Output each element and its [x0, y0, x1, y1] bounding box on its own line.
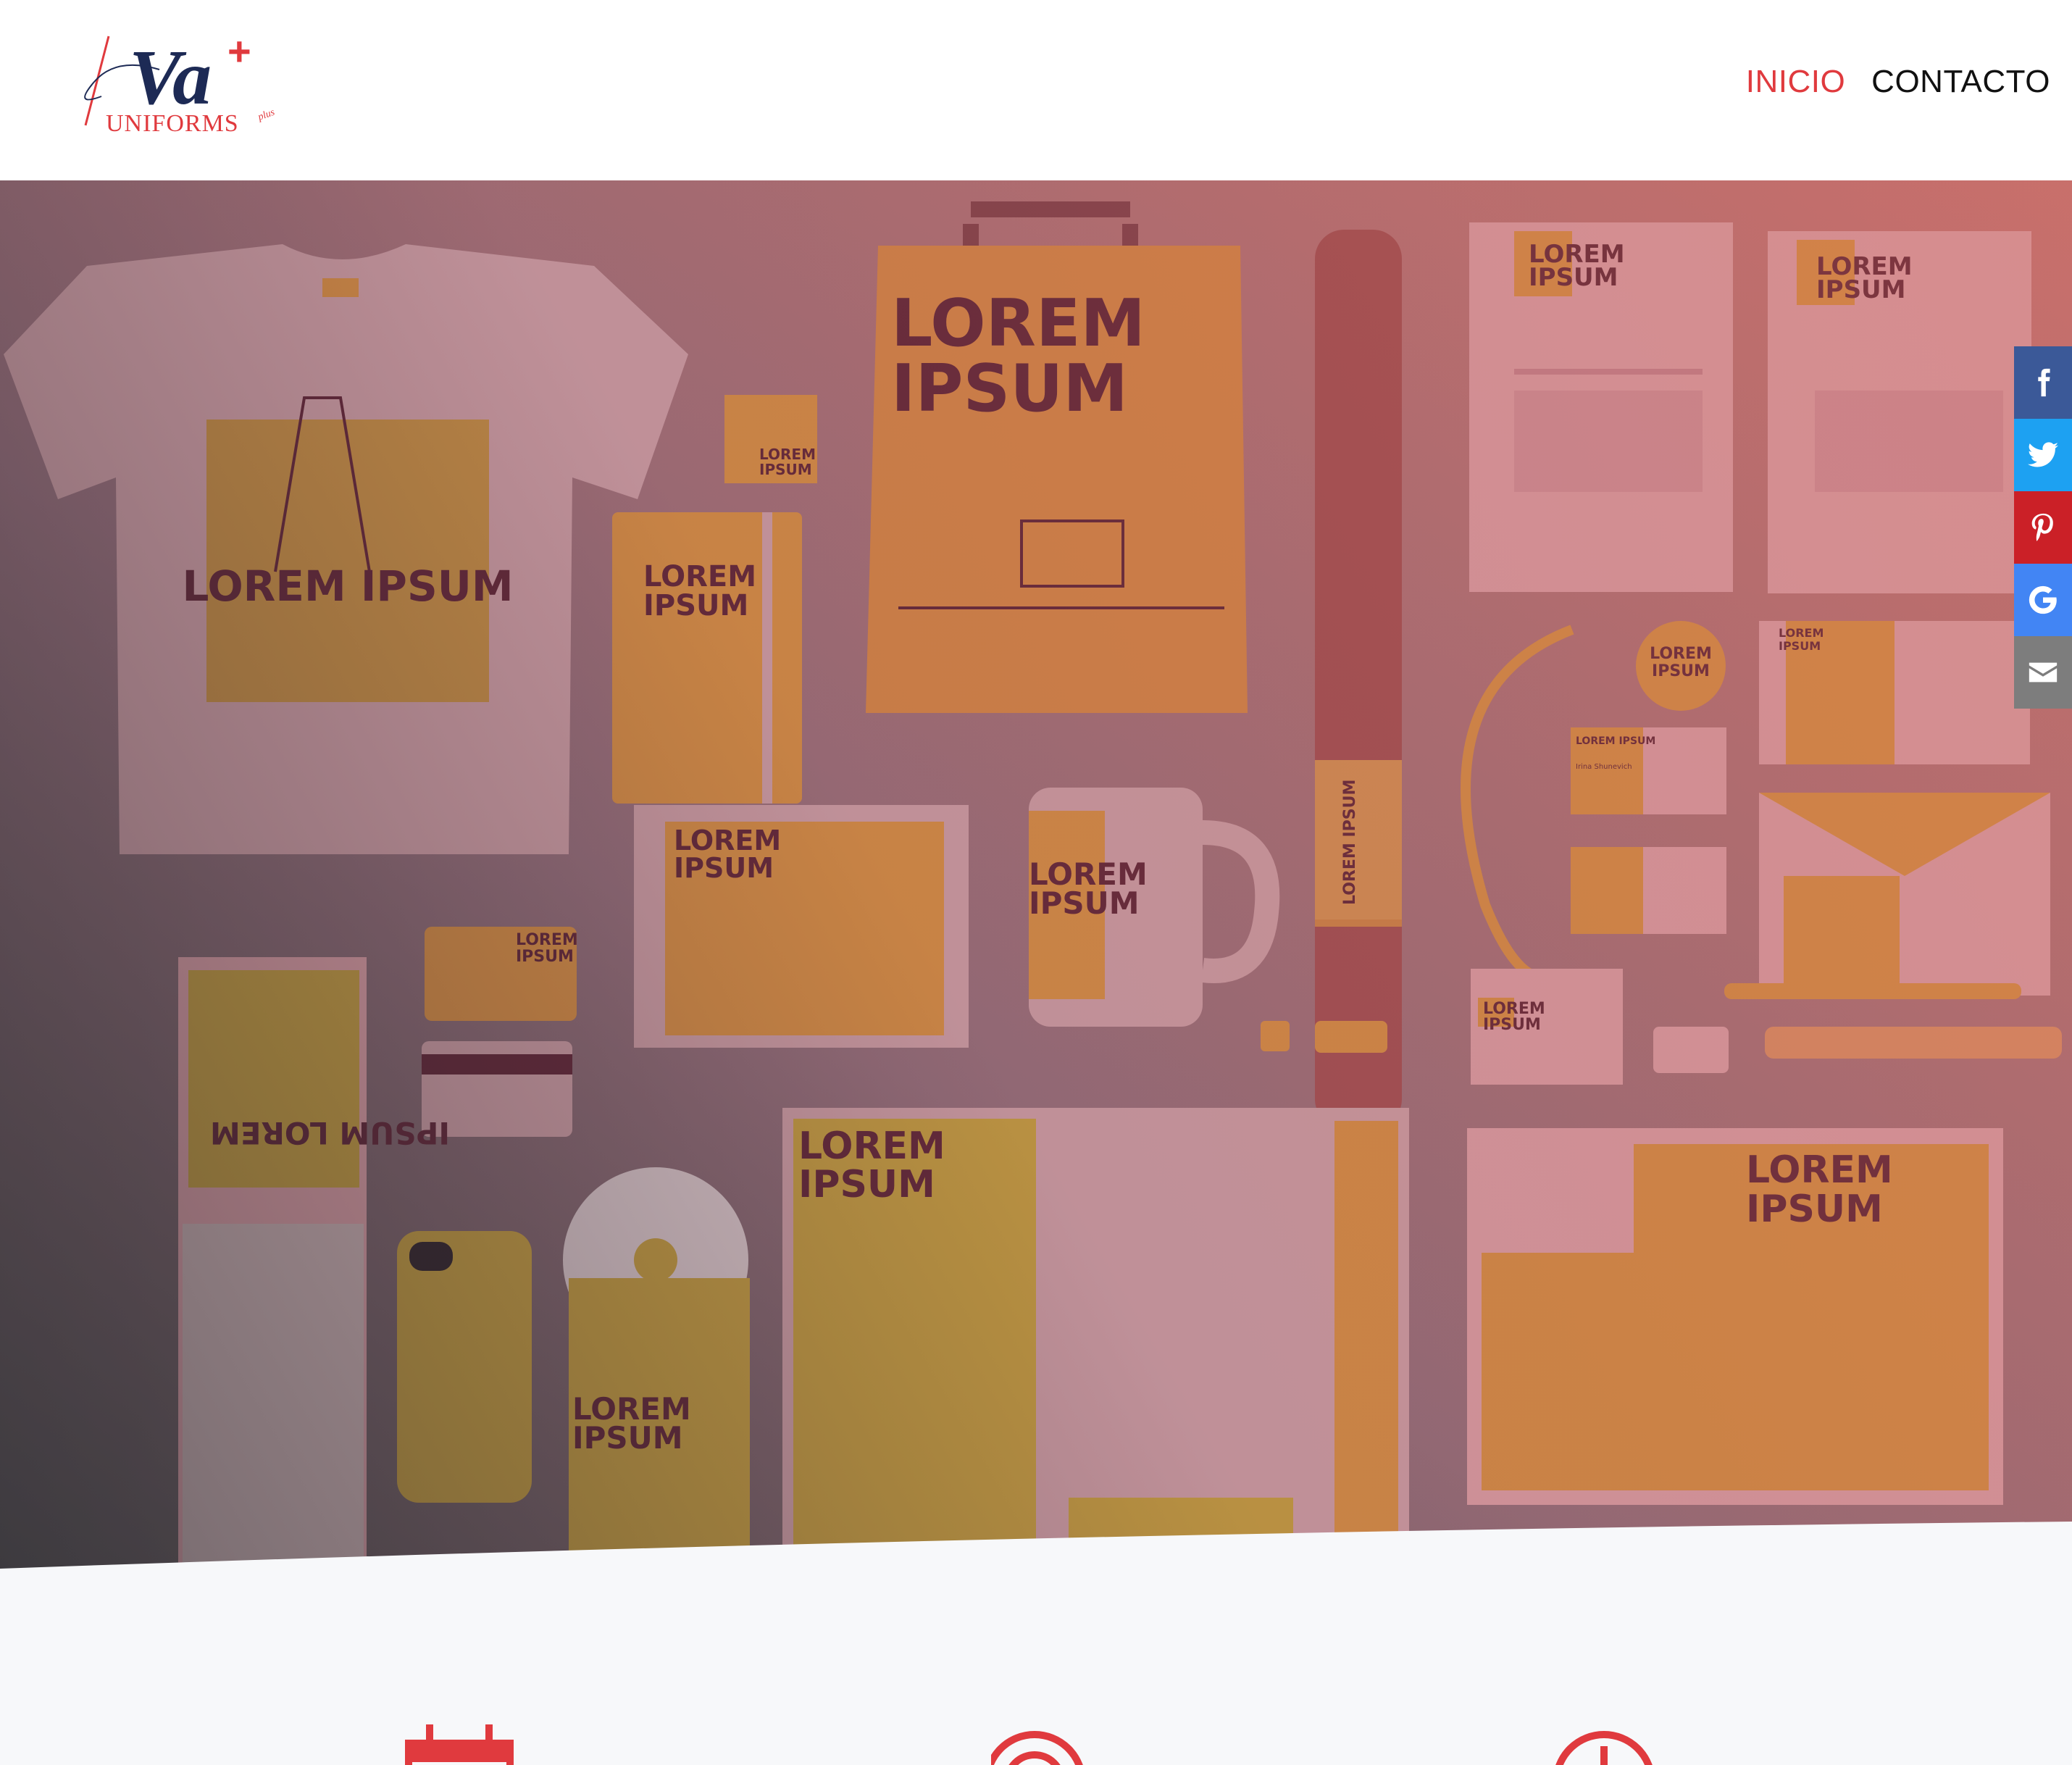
- svg-text:IPSUM: IPSUM: [1029, 885, 1140, 921]
- svg-text:LOREM IPSUM: LOREM IPSUM: [1576, 735, 1655, 747]
- svg-text:LOREM: LOREM: [798, 1124, 945, 1168]
- envelope-mockup: [1759, 793, 2050, 996]
- hero-banner: LOREM IPSUM LOREM IPSUM LOREM IPSUM LORE…: [0, 180, 2072, 1586]
- hero-mockup-image: LOREM IPSUM LOREM IPSUM LOREM IPSUM LORE…: [0, 180, 2072, 1586]
- svg-text:IPSUM: IPSUM: [516, 948, 574, 966]
- svg-text:IPSUM: IPSUM: [643, 589, 748, 622]
- svg-text:LOREM: LOREM: [1650, 645, 1712, 663]
- svg-text:IPSUM: IPSUM: [674, 852, 774, 884]
- twitter-icon: [2027, 442, 2059, 467]
- target-icon: [991, 1731, 1083, 1765]
- brochure-mockup: LOREM IPSUM: [1467, 1128, 2003, 1505]
- share-facebook-button[interactable]: [2014, 346, 2072, 419]
- svg-text:LOREM: LOREM: [1779, 626, 1824, 640]
- share-email-button[interactable]: [2014, 636, 2072, 709]
- social-share-bar: [2014, 346, 2072, 709]
- svg-text:IPSUM: IPSUM: [1816, 275, 1906, 304]
- svg-text:IPSUM: IPSUM: [572, 1420, 683, 1456]
- usb-drive-mockup: [1261, 1021, 1387, 1053]
- svg-text:IPSUM: IPSUM: [891, 351, 1128, 427]
- logo-tag: plus: [256, 107, 277, 123]
- svg-text:IPSUM: IPSUM: [759, 461, 812, 478]
- button-badge-mockup: LOREM IPSUM: [1636, 621, 1726, 711]
- site-header: Va + UNIFORMS plus INICIO CONTACTO: [0, 0, 2072, 180]
- logo-wordmark: Va: [129, 35, 212, 121]
- svg-text:IPSUM: IPSUM: [1529, 263, 1618, 292]
- tshirt-text: LOREM IPSUM: [182, 562, 513, 611]
- svg-text:IPSUM: IPSUM: [798, 1163, 935, 1206]
- poster-tube-mockup: LOREM IPSUM: [1315, 230, 1402, 1128]
- clock-icon: [1555, 1731, 1653, 1765]
- google-icon: [2029, 585, 2057, 614]
- nav-contacto[interactable]: CONTACTO: [1871, 64, 2050, 100]
- spiral-pad-mockup: LOREM IPSUM: [634, 805, 969, 1048]
- brand-logo[interactable]: Va + UNIFORMS plus: [72, 28, 290, 143]
- svg-text:Irina Shunevich: Irina Shunevich: [1576, 763, 1632, 771]
- svg-text:LOREM: LOREM: [516, 931, 578, 949]
- svg-text:LOREM IPSUM: LOREM IPSUM: [1341, 780, 1359, 905]
- share-twitter-button[interactable]: [2014, 419, 2072, 491]
- calendar-icon: [405, 1724, 514, 1765]
- logo-plus: +: [227, 28, 251, 74]
- svg-text:IPSUM LOREM: IPSUM LOREM: [210, 1115, 450, 1151]
- features-section: [0, 1724, 2072, 1765]
- hang-tag-mockup: LOREM IPSUM: [724, 395, 817, 483]
- facebook-icon: [2038, 368, 2050, 397]
- letterhead-2-mockup: LOREM IPSUM: [1768, 231, 2031, 593]
- svg-text:IPSUM: IPSUM: [1746, 1188, 1883, 1231]
- notebook-mockup: LOREM IPSUM: [612, 512, 802, 804]
- hero-wave-divider: [0, 1522, 2072, 1637]
- svg-text:LOREM: LOREM: [1746, 1148, 1893, 1192]
- logo-subtitle: UNIFORMS: [106, 110, 239, 137]
- letterhead-1-mockup: LOREM IPSUM: [1469, 222, 1733, 592]
- nav-inicio[interactable]: INICIO: [1746, 64, 1845, 100]
- pinterest-icon: [2031, 513, 2053, 541]
- share-pinterest-button[interactable]: [2014, 491, 2072, 564]
- compliments-slip-mockup: LOREM IPSUM: [1759, 621, 2030, 764]
- svg-text:IPSUM: IPSUM: [1483, 1016, 1541, 1034]
- svg-text:IPSUM: IPSUM: [1652, 662, 1710, 680]
- svg-text:IPSUM: IPSUM: [1779, 639, 1821, 653]
- share-google-button[interactable]: [2014, 564, 2072, 636]
- brand-logo-graphic: Va + UNIFORMS plus: [84, 28, 277, 137]
- envelope-icon: [2029, 662, 2058, 683]
- shopping-bag-mockup: LOREM IPSUM: [866, 201, 1248, 713]
- phone-case-mockup: [397, 1231, 532, 1503]
- main-nav: INICIO CONTACTO: [1746, 64, 2050, 100]
